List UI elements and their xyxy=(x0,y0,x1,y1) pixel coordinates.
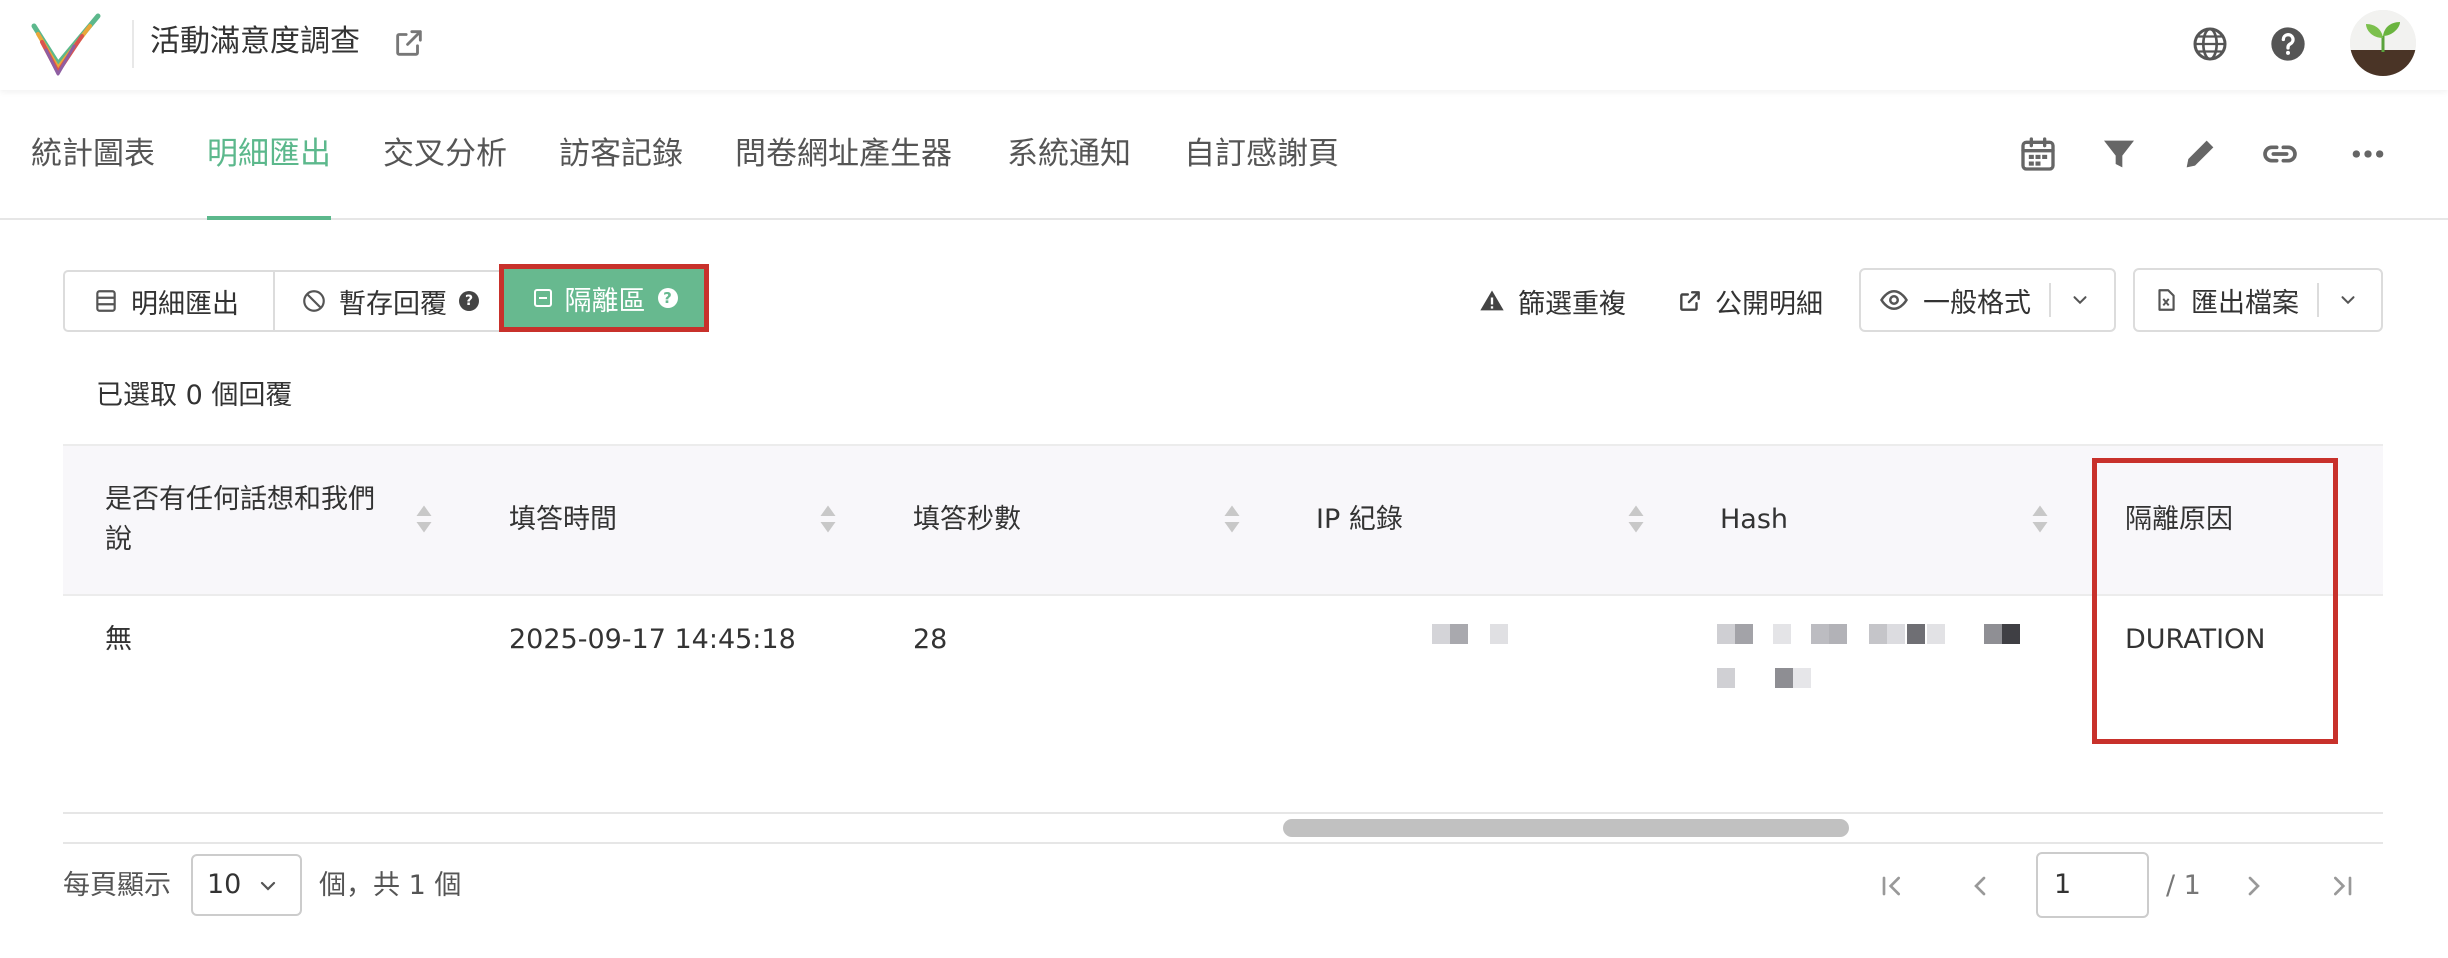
format-divider xyxy=(2049,283,2051,317)
sort-icon[interactable] xyxy=(819,504,837,534)
external-link-icon[interactable] xyxy=(392,26,426,60)
view-switch-group: 明細匯出 暫存回覆 ? xyxy=(63,270,505,332)
next-page-icon[interactable] xyxy=(2238,870,2270,902)
draft-help-icon[interactable]: ? xyxy=(459,291,479,311)
table-header: 是否有任何話想和我們說 填答時間 填答秒數 IP 紀錄 Hash 隔離原因 xyxy=(63,444,2383,596)
title-divider xyxy=(132,20,134,68)
link-icon[interactable] xyxy=(2260,134,2300,174)
eye-icon xyxy=(1880,289,1908,311)
sort-icon[interactable] xyxy=(415,504,433,534)
public-detail-button[interactable]: 公開明細 xyxy=(1677,270,1823,332)
sort-icon[interactable] xyxy=(1223,504,1241,534)
tab-custom-thank-you[interactable]: 自訂感謝頁 xyxy=(1184,90,1339,218)
column-header-seconds[interactable]: 填答秒數 xyxy=(913,446,1021,594)
first-page-icon[interactable] xyxy=(1876,870,1908,902)
total-count-label: 個，共 1 個 xyxy=(319,870,462,901)
globe-icon[interactable] xyxy=(2190,24,2230,64)
draft-reply-button[interactable]: 暫存回覆 ? xyxy=(301,272,479,330)
ban-icon xyxy=(303,290,325,312)
tab-bar: 統計圖表 明細匯出 交叉分析 訪客記錄 問卷網址產生器 系統通知 自訂感謝頁 xyxy=(0,90,2448,220)
export-file-select[interactable]: 匯出檔案 xyxy=(2133,268,2383,332)
prev-page-icon[interactable] xyxy=(1964,870,1996,902)
scrollbar-thumb[interactable] xyxy=(1283,819,1849,837)
tab-system-notifications[interactable]: 系統通知 xyxy=(1007,90,1131,218)
chevron-down-icon[interactable] xyxy=(256,874,280,898)
help-icon[interactable] xyxy=(2268,24,2308,64)
excel-file-icon xyxy=(2158,289,2175,311)
segment-divider xyxy=(273,272,275,330)
sort-icon[interactable] xyxy=(1627,504,1645,534)
minus-square-icon xyxy=(533,289,552,307)
calendar-icon[interactable] xyxy=(2018,134,2058,174)
cell-comment: 無 xyxy=(105,624,132,655)
column-header-ip[interactable]: IP 紀錄 xyxy=(1316,446,1403,594)
chevron-down-icon[interactable] xyxy=(2069,289,2091,311)
column-header-comment[interactable]: 是否有任何話想和我們說 xyxy=(105,446,395,594)
external-link-icon xyxy=(1680,291,1700,311)
filter-icon[interactable] xyxy=(2099,134,2139,174)
filter-duplicates-button[interactable]: 篩選重複 xyxy=(1478,270,1626,332)
sort-icon[interactable] xyxy=(2031,504,2049,534)
warning-icon xyxy=(1480,290,1504,311)
per-page-select[interactable]: 10 xyxy=(191,854,302,916)
cell-seconds: 28 xyxy=(913,624,948,655)
more-icon[interactable] xyxy=(2348,134,2388,174)
edit-icon[interactable] xyxy=(2180,134,2220,174)
last-page-icon[interactable] xyxy=(2326,870,2358,902)
cell-time: 2025-09-17 14:45:18 xyxy=(509,624,796,655)
tab-cross-analysis[interactable]: 交叉分析 xyxy=(383,90,507,218)
highlight-box-reason-column xyxy=(2092,458,2338,744)
column-header-time[interactable]: 填答時間 xyxy=(509,446,617,594)
sprout-icon xyxy=(2350,10,2416,76)
top-bar: 活動滿意度調查 xyxy=(0,0,2448,90)
user-avatar[interactable] xyxy=(2350,10,2416,76)
selection-count: 已選取 0 個回覆 xyxy=(96,380,293,411)
quarantine-help-icon[interactable]: ? xyxy=(657,288,678,308)
tab-statistics[interactable]: 統計圖表 xyxy=(31,90,155,218)
format-select[interactable]: 一般格式 xyxy=(1859,268,2116,332)
horizontal-scrollbar[interactable] xyxy=(63,812,2383,844)
survey-title: 活動滿意度調查 xyxy=(150,24,360,59)
chevron-down-icon[interactable] xyxy=(2337,289,2359,311)
tab-visitor-records[interactable]: 訪客記錄 xyxy=(559,90,683,218)
app-logo[interactable] xyxy=(28,12,104,76)
detail-export-button[interactable]: 明細匯出 xyxy=(93,272,239,330)
page-number-input[interactable]: 1 xyxy=(2036,852,2149,918)
tab-url-generator[interactable]: 問卷網址產生器 xyxy=(735,90,952,218)
quarantine-button[interactable]: 隔離區 ? xyxy=(499,264,709,332)
column-header-hash[interactable]: Hash xyxy=(1720,446,1788,594)
tab-detail-export[interactable]: 明細匯出 xyxy=(207,90,331,220)
page-total: / 1 xyxy=(2166,870,2201,901)
list-icon xyxy=(96,290,116,312)
per-page-label: 每頁顯示 xyxy=(63,870,171,901)
export-divider xyxy=(2317,283,2319,317)
